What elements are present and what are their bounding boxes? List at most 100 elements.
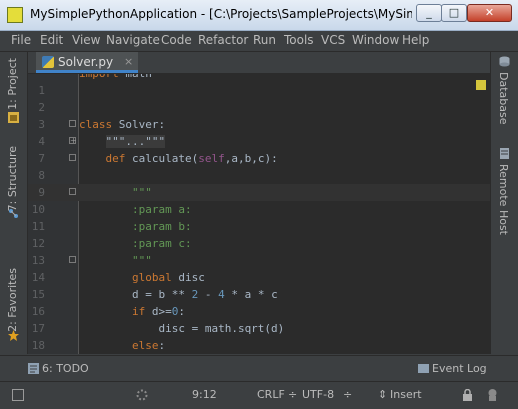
insert-mode-icon: ⇕ bbox=[378, 388, 388, 401]
caret-position[interactable]: 9:12 bbox=[192, 388, 217, 401]
bottom-tool-stripe: 6: TODO Event Log bbox=[0, 355, 518, 382]
code-text: """ bbox=[131, 186, 152, 199]
encoding-dropdown-icon[interactable]: ÷ bbox=[343, 388, 352, 401]
fold-marker-icon[interactable] bbox=[69, 154, 76, 161]
menu-window[interactable]: Window bbox=[352, 33, 399, 47]
insert-mode[interactable]: Insert bbox=[390, 388, 422, 401]
line-number: 15 bbox=[31, 288, 45, 301]
line-number: 1 bbox=[38, 84, 45, 97]
fold-marker-icon[interactable] bbox=[69, 120, 76, 127]
code-line: 15 d = b ** 2 - 4 * a * c bbox=[28, 286, 490, 303]
remote-host-icon bbox=[500, 148, 509, 159]
menu-file[interactable]: File bbox=[11, 33, 31, 47]
file-encoding[interactable]: UTF-8 bbox=[302, 388, 334, 401]
code-text: :param c: bbox=[131, 237, 192, 250]
line-number: 4 bbox=[38, 135, 45, 148]
database-icon bbox=[499, 56, 510, 67]
window-title: MySimplePythonApplication - [C:\Projects… bbox=[30, 7, 412, 21]
project-icon bbox=[8, 112, 19, 123]
code-text: """ bbox=[131, 254, 152, 267]
background-tasks-spinner-icon bbox=[136, 389, 148, 401]
fold-marker-icon[interactable] bbox=[69, 256, 76, 263]
tab-filename: Solver.py bbox=[58, 55, 114, 69]
inspector-icon[interactable] bbox=[486, 388, 499, 402]
menu-navigate[interactable]: Navigate bbox=[106, 33, 160, 47]
menu-tools[interactable]: Tools bbox=[284, 33, 314, 47]
code-text: :param a: bbox=[131, 203, 192, 216]
code-text: disc = math.sqrt(d) bbox=[79, 322, 285, 335]
line-separator-dropdown-icon[interactable]: ÷ bbox=[288, 388, 297, 401]
python-file-icon bbox=[42, 56, 54, 68]
status-bar: 9:12 CRLF ÷ UTF-8 ÷ ⇕ Insert bbox=[0, 381, 518, 409]
minimize-button[interactable]: _ bbox=[416, 4, 442, 22]
line-separator[interactable]: CRLF bbox=[257, 388, 285, 401]
close-button[interactable]: ✕ bbox=[467, 4, 512, 22]
code-line: 12 :param c: bbox=[28, 235, 490, 252]
line-number: 16 bbox=[31, 305, 45, 318]
code-text: else: bbox=[131, 339, 166, 352]
menu-view[interactable]: View bbox=[72, 33, 100, 47]
menu-code[interactable]: Code bbox=[161, 33, 192, 47]
line-number: 12 bbox=[31, 237, 45, 250]
line-number: 17 bbox=[31, 322, 45, 335]
menu-refactor[interactable]: Refactor bbox=[198, 33, 248, 47]
fold-marker-icon[interactable] bbox=[69, 188, 76, 195]
code-line: 4 + """...""" bbox=[28, 133, 490, 150]
line-number: 7 bbox=[38, 152, 45, 165]
line-number: 2 bbox=[38, 101, 45, 114]
line-number: 13 bbox=[31, 254, 45, 267]
code-text-partial: import math bbox=[79, 74, 152, 82]
structure-tool-tab[interactable]: 7: Structure bbox=[6, 146, 19, 211]
line-number: 11 bbox=[31, 220, 45, 233]
code-line: 17 disc = math.sqrt(d) bbox=[28, 320, 490, 337]
project-tool-tab[interactable]: 1: Project bbox=[6, 58, 19, 110]
code-text: global disc bbox=[131, 271, 205, 284]
expand-fold-icon[interactable]: + bbox=[69, 137, 77, 145]
current-code-line: 9 """ bbox=[28, 184, 490, 201]
line-number: 10 bbox=[31, 203, 45, 216]
app-icon bbox=[7, 7, 23, 23]
event-log-icon bbox=[418, 364, 429, 373]
todo-tool-tab[interactable]: 6: TODO bbox=[42, 362, 89, 375]
code-line: import math bbox=[28, 74, 490, 82]
code-line: 3 class Solver: bbox=[28, 116, 490, 133]
line-number: 3 bbox=[38, 118, 45, 131]
menu-edit[interactable]: Edit bbox=[40, 33, 63, 47]
menu-vcs[interactable]: VCS bbox=[321, 33, 345, 47]
code-text: :param b: bbox=[131, 220, 192, 233]
code-text: def calculate(self,a,b,c): bbox=[105, 152, 278, 165]
code-line: 18 else: bbox=[28, 337, 490, 354]
menu-help[interactable]: Help bbox=[402, 33, 429, 47]
database-tool-tab[interactable]: Database bbox=[497, 72, 510, 125]
left-tool-stripe: 1: Project 7: Structure 2: Favorites bbox=[0, 52, 28, 354]
code-text: class Solver: bbox=[79, 118, 166, 131]
tool-windows-toggle-icon[interactable] bbox=[12, 389, 24, 401]
lock-icon[interactable] bbox=[462, 389, 473, 401]
code-text: if d>=0: bbox=[131, 305, 185, 318]
menu-run[interactable]: Run bbox=[253, 33, 276, 47]
maximize-button[interactable]: □ bbox=[441, 4, 467, 22]
menu-bar: File Edit View Navigate Code Refactor Ru… bbox=[0, 31, 518, 52]
code-line: 11 :param b: bbox=[28, 218, 490, 235]
code-line: 7 def calculate(self,a,b,c): bbox=[28, 150, 490, 167]
line-number: 9 bbox=[38, 186, 45, 199]
editor-tab-bar: Solver.py × bbox=[28, 52, 490, 74]
event-log-tool-tab[interactable]: Event Log bbox=[432, 362, 487, 375]
close-tab-icon[interactable]: × bbox=[124, 55, 133, 68]
structure-icon bbox=[9, 209, 18, 218]
code-line: 16 if d>=0: bbox=[28, 303, 490, 320]
code-line: 8 bbox=[28, 167, 490, 184]
code-line: 13 """ bbox=[28, 252, 490, 269]
code-text: d = b ** 2 - 4 * a * c bbox=[79, 288, 278, 301]
remote-host-tool-tab[interactable]: Remote Host bbox=[497, 164, 510, 235]
title-bar: MySimplePythonApplication - [C:\Projects… bbox=[0, 0, 518, 31]
line-number: 18 bbox=[31, 339, 45, 352]
code-editor[interactable]: import math 1 2 3 class Solver: 4 + """.… bbox=[28, 74, 490, 354]
code-line: 10 :param a: bbox=[28, 201, 490, 218]
todo-icon bbox=[28, 363, 39, 374]
code-line: 2 bbox=[28, 99, 490, 116]
favorites-tool-tab[interactable]: 2: Favorites bbox=[6, 268, 19, 332]
right-tool-stripe: Database Remote Host bbox=[490, 52, 518, 354]
tab-solver-py[interactable]: Solver.py × bbox=[36, 52, 138, 73]
inspection-status-icon[interactable] bbox=[476, 80, 486, 90]
